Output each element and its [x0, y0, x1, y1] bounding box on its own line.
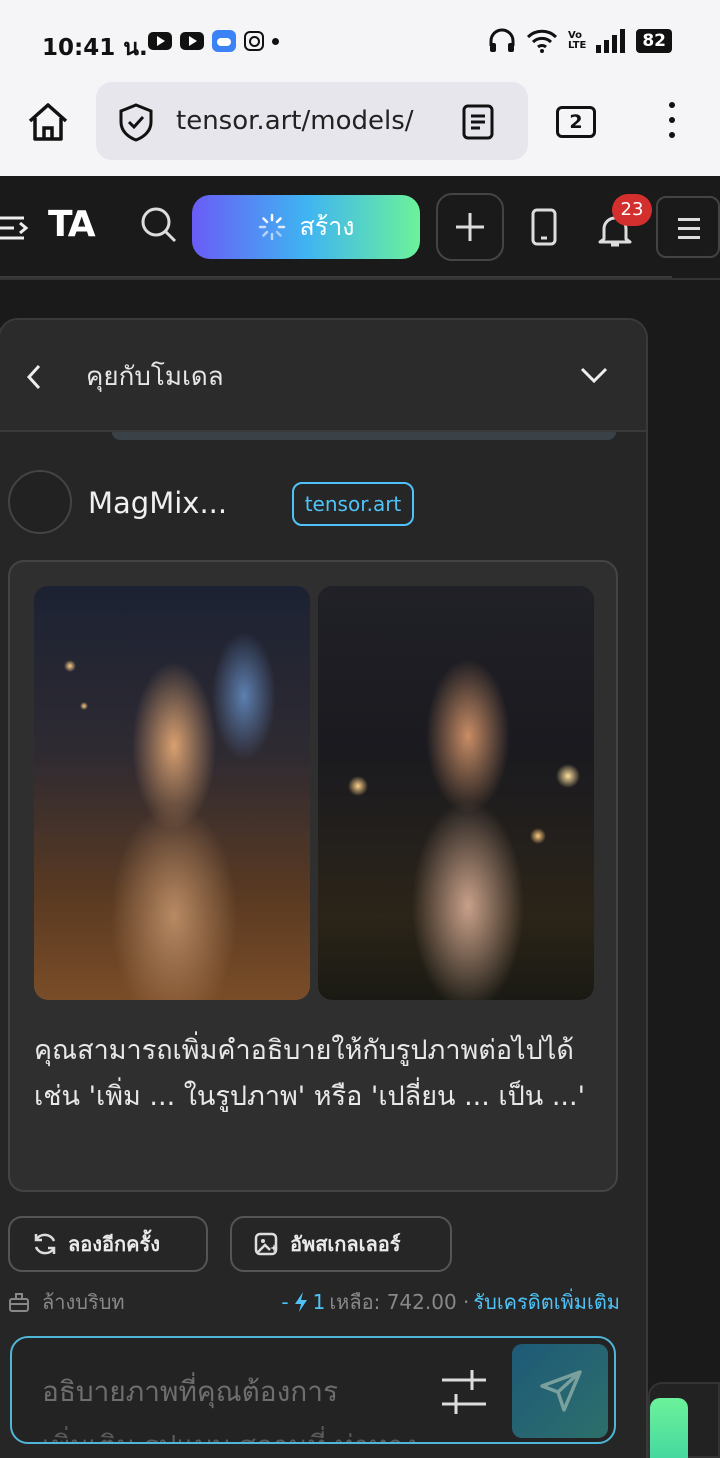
- refresh-icon: [34, 1233, 56, 1255]
- generated-image-1[interactable]: [34, 586, 310, 1000]
- volte-icon: Vo LTE: [567, 30, 587, 51]
- upscaler-button-label: อัพสเกลเลอร์: [290, 1232, 401, 1256]
- cost-value: 1: [312, 1290, 326, 1314]
- weather-icon: [212, 30, 236, 52]
- instagram-icon: [244, 31, 264, 51]
- prompt-placeholder: อธิบายภาพที่คุณต้องการ: [42, 1375, 338, 1408]
- battery-level: 82: [636, 29, 672, 53]
- prompt-placeholder-continued: เพิ่มเติม รูปแบบ สถานที่ ท่าทาง: [42, 1424, 417, 1442]
- headphones-icon: [489, 28, 515, 52]
- search-icon[interactable]: [140, 206, 178, 244]
- youtube-icon: [180, 32, 204, 50]
- upscaler-button[interactable]: อัพสเกลเลอร์: [230, 1216, 452, 1272]
- create-button-label: สร้าง: [299, 212, 355, 241]
- create-button[interactable]: สร้าง: [192, 195, 420, 259]
- plus-icon: [456, 213, 484, 241]
- cost-prefix: -: [281, 1290, 289, 1314]
- credit-info: - 1 เหลือ: 742.00 · รับเครดิตเพิ่มเติม: [281, 1286, 620, 1318]
- more-menu-icon[interactable]: [664, 102, 680, 147]
- notification-icons: [148, 30, 279, 52]
- generated-image-2[interactable]: [318, 586, 594, 1000]
- reader-mode-icon[interactable]: [462, 104, 494, 140]
- lightning-icon: [294, 1292, 307, 1312]
- system-icons: Vo LTE 82: [488, 28, 672, 54]
- get-more-credits-link[interactable]: รับเครดิตเพิ่มเติม: [473, 1286, 620, 1318]
- model-name: MagMix...: [88, 486, 228, 520]
- tabs-button[interactable]: 2: [556, 106, 596, 138]
- send-button[interactable]: [512, 1344, 608, 1438]
- wifi-icon: [526, 29, 558, 53]
- loading-spinner-icon: [258, 213, 285, 241]
- chat-panel-title: คุยกับโมเดล: [86, 362, 224, 392]
- status-time: 10:41 น.: [42, 35, 148, 61]
- clear-context-label: ล้างบริบท: [42, 1290, 125, 1314]
- more-notifications-icon: [272, 37, 279, 45]
- credit-balance: เหลือ: 742.00 ·: [329, 1290, 470, 1314]
- chat-footer: ล้างบริบท - 1 เหลือ: 742.00 · รับเครดิตเ…: [8, 1286, 620, 1316]
- youtube-icon: [148, 32, 172, 50]
- header-divider: [0, 276, 672, 278]
- retry-button[interactable]: ลองอีกครั้ง: [8, 1216, 208, 1272]
- mobile-app-icon[interactable]: [530, 208, 558, 246]
- clear-context-button[interactable]: ล้างบริบท: [8, 1286, 125, 1318]
- prompt-input[interactable]: อธิบายภาพที่คุณต้องการ เพิ่มเติม รูปแบบ …: [10, 1336, 616, 1444]
- model-message-card: คุณสามารถเพิ่มคำอธิบายให้กับรูปภาพต่อไปไ…: [8, 560, 618, 1192]
- floating-action-peek[interactable]: [648, 1382, 720, 1458]
- previous-message-edge: [112, 432, 616, 440]
- model-avatar: [8, 470, 72, 534]
- home-icon[interactable]: [26, 100, 70, 144]
- add-button[interactable]: [436, 193, 504, 261]
- retry-button-label: ลองอีกครั้ง: [68, 1232, 161, 1256]
- tensor-art-logo[interactable]: TA: [48, 204, 96, 245]
- url-text[interactable]: tensor.art/models/: [176, 106, 426, 136]
- menu-button[interactable]: [656, 196, 720, 258]
- chevron-down-icon[interactable]: [580, 366, 608, 384]
- signal-icon: [596, 29, 626, 53]
- shield-icon[interactable]: [118, 102, 154, 142]
- settings-sliders-icon[interactable]: [436, 1366, 492, 1418]
- status-bar: 10:41 น. Vo LTE 82: [0, 0, 720, 80]
- image-sparkle-icon: [254, 1232, 278, 1256]
- model-message-text: คุณสามารถเพิ่มคำอธิบายให้กับรูปภาพต่อไปไ…: [34, 1035, 585, 1112]
- back-chevron-icon[interactable]: [26, 364, 42, 390]
- model-source-tag: tensor.art: [292, 482, 414, 526]
- send-icon: [540, 1370, 582, 1412]
- chat-panel-header: คุยกับโมเดล: [0, 320, 646, 432]
- address-bar[interactable]: tensor.art/models/: [96, 82, 528, 160]
- broom-icon: [9, 1293, 29, 1312]
- browser-toolbar: tensor.art/models/ 2: [0, 80, 720, 176]
- notification-badge: 23: [612, 194, 652, 226]
- sidebar-toggle-icon[interactable]: [0, 212, 32, 244]
- app-header: TA สร้าง: [0, 176, 720, 280]
